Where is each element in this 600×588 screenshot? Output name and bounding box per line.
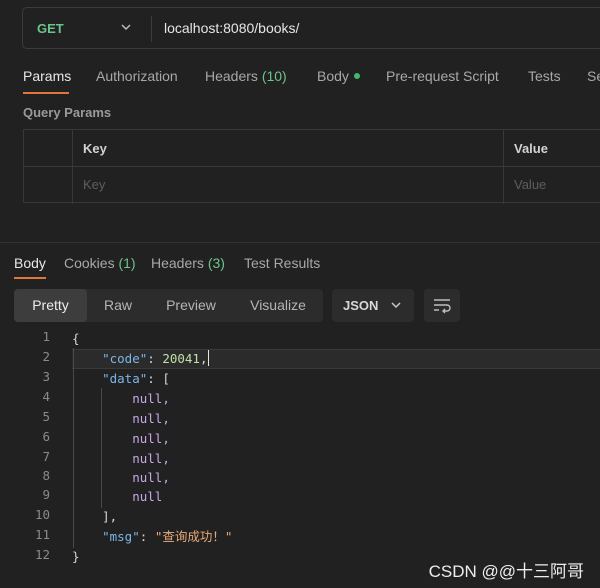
tab-test-results[interactable]: Test Results	[244, 255, 320, 271]
line-number: 4	[42, 389, 50, 404]
json-key: "code"	[102, 351, 148, 366]
tab-settings[interactable]: Se	[587, 68, 600, 84]
code-line: "code": 20041,	[102, 350, 209, 366]
cookies-count: (1)	[118, 255, 136, 271]
text-cursor	[207, 350, 209, 366]
json-null: null,	[132, 470, 170, 485]
method-select[interactable]: GET	[37, 21, 64, 36]
column-header-value: Value	[514, 141, 548, 156]
tab-body-label: Body	[317, 68, 349, 84]
tab-response-headers[interactable]: Headers (3)	[151, 255, 225, 271]
code-line: "data": [	[102, 371, 170, 386]
tab-body[interactable]: Body	[317, 68, 360, 84]
view-raw-button[interactable]: Raw	[87, 289, 149, 322]
close-bracket: ],	[102, 509, 118, 524]
query-params-title: Query Params	[23, 105, 112, 120]
code-line: null,	[72, 409, 170, 429]
request-bar: GET localhost:8080/books/	[22, 7, 600, 49]
chevron-down-icon	[391, 302, 401, 309]
json-key: "msg"	[102, 529, 140, 544]
line-number: 6	[42, 429, 50, 444]
code-line: null,	[72, 468, 170, 488]
code-line: }	[72, 547, 80, 567]
response-headers-count: (3)	[207, 255, 225, 271]
line-number: 10	[34, 507, 50, 522]
code-line: null,	[72, 389, 170, 409]
tab-headers[interactable]: Headers (10)	[205, 68, 287, 84]
tab-authorization[interactable]: Authorization	[96, 68, 178, 84]
line-number: 1	[42, 329, 50, 344]
body-indicator-dot	[353, 73, 360, 79]
watermark: CSDN @@十三阿哥	[428, 562, 584, 581]
close-brace: }	[72, 549, 80, 564]
pane-divider[interactable]	[0, 242, 600, 243]
headers-count: (10)	[261, 68, 287, 84]
json-null: null,	[132, 451, 170, 466]
tab-response-headers-label: Headers	[151, 255, 204, 271]
json-key: "data"	[102, 371, 148, 386]
line-number: 2	[42, 349, 50, 364]
column-divider	[72, 130, 73, 204]
line-number: 11	[34, 527, 50, 542]
column-header-key: Key	[83, 141, 107, 156]
json-number: 20041	[162, 351, 200, 366]
tab-response-body[interactable]: Body	[14, 255, 46, 271]
open-brace: {	[72, 331, 80, 346]
json-null: null,	[132, 431, 170, 446]
tab-pre-request-script[interactable]: Pre-request Script	[386, 68, 499, 84]
view-pretty-button[interactable]: Pretty	[14, 289, 87, 322]
url-input[interactable]: localhost:8080/books/	[164, 20, 299, 36]
line-number: 7	[42, 449, 50, 464]
json-null: null	[132, 489, 163, 504]
line-number: 5	[42, 409, 50, 424]
code-line: {	[72, 329, 80, 349]
line-number: 9	[42, 487, 50, 502]
code-line: "msg": "查询成功！"	[102, 529, 233, 544]
tab-cookies[interactable]: Cookies (1)	[64, 255, 136, 271]
line-number: 8	[42, 468, 50, 483]
wrap-lines-button[interactable]	[424, 289, 460, 322]
query-params-table: Key Value Key Value	[23, 129, 600, 204]
json-null: null,	[132, 391, 170, 406]
divider	[151, 16, 152, 42]
tab-tests[interactable]: Tests	[528, 68, 561, 84]
tab-cookies-label: Cookies	[64, 255, 115, 271]
view-visualize-button[interactable]: Visualize	[233, 289, 323, 322]
json-null: null,	[132, 411, 170, 426]
key-input[interactable]: Key	[83, 177, 105, 192]
code-line: null	[72, 487, 162, 507]
chevron-down-icon[interactable]	[118, 19, 134, 35]
format-label: JSON	[343, 298, 379, 313]
code-line: null,	[72, 429, 170, 449]
wrap-lines-icon	[434, 299, 451, 314]
view-mode-group: Pretty Raw Preview Visualize	[14, 289, 323, 322]
code-line: null,	[72, 449, 170, 469]
line-number: 3	[42, 369, 50, 384]
active-tab-indicator	[23, 92, 69, 94]
format-select[interactable]: JSON	[332, 289, 414, 322]
view-preview-button[interactable]: Preview	[149, 289, 233, 322]
line-number: 12	[34, 547, 50, 562]
column-divider	[503, 130, 504, 204]
value-input[interactable]: Value	[514, 177, 546, 192]
open-bracket: [	[162, 371, 170, 386]
tab-params[interactable]: Params	[23, 68, 71, 84]
code-line: ],	[72, 507, 117, 527]
active-tab-indicator	[14, 277, 46, 279]
tab-headers-label: Headers	[205, 68, 258, 84]
json-string: "查询成功！"	[154, 529, 233, 544]
